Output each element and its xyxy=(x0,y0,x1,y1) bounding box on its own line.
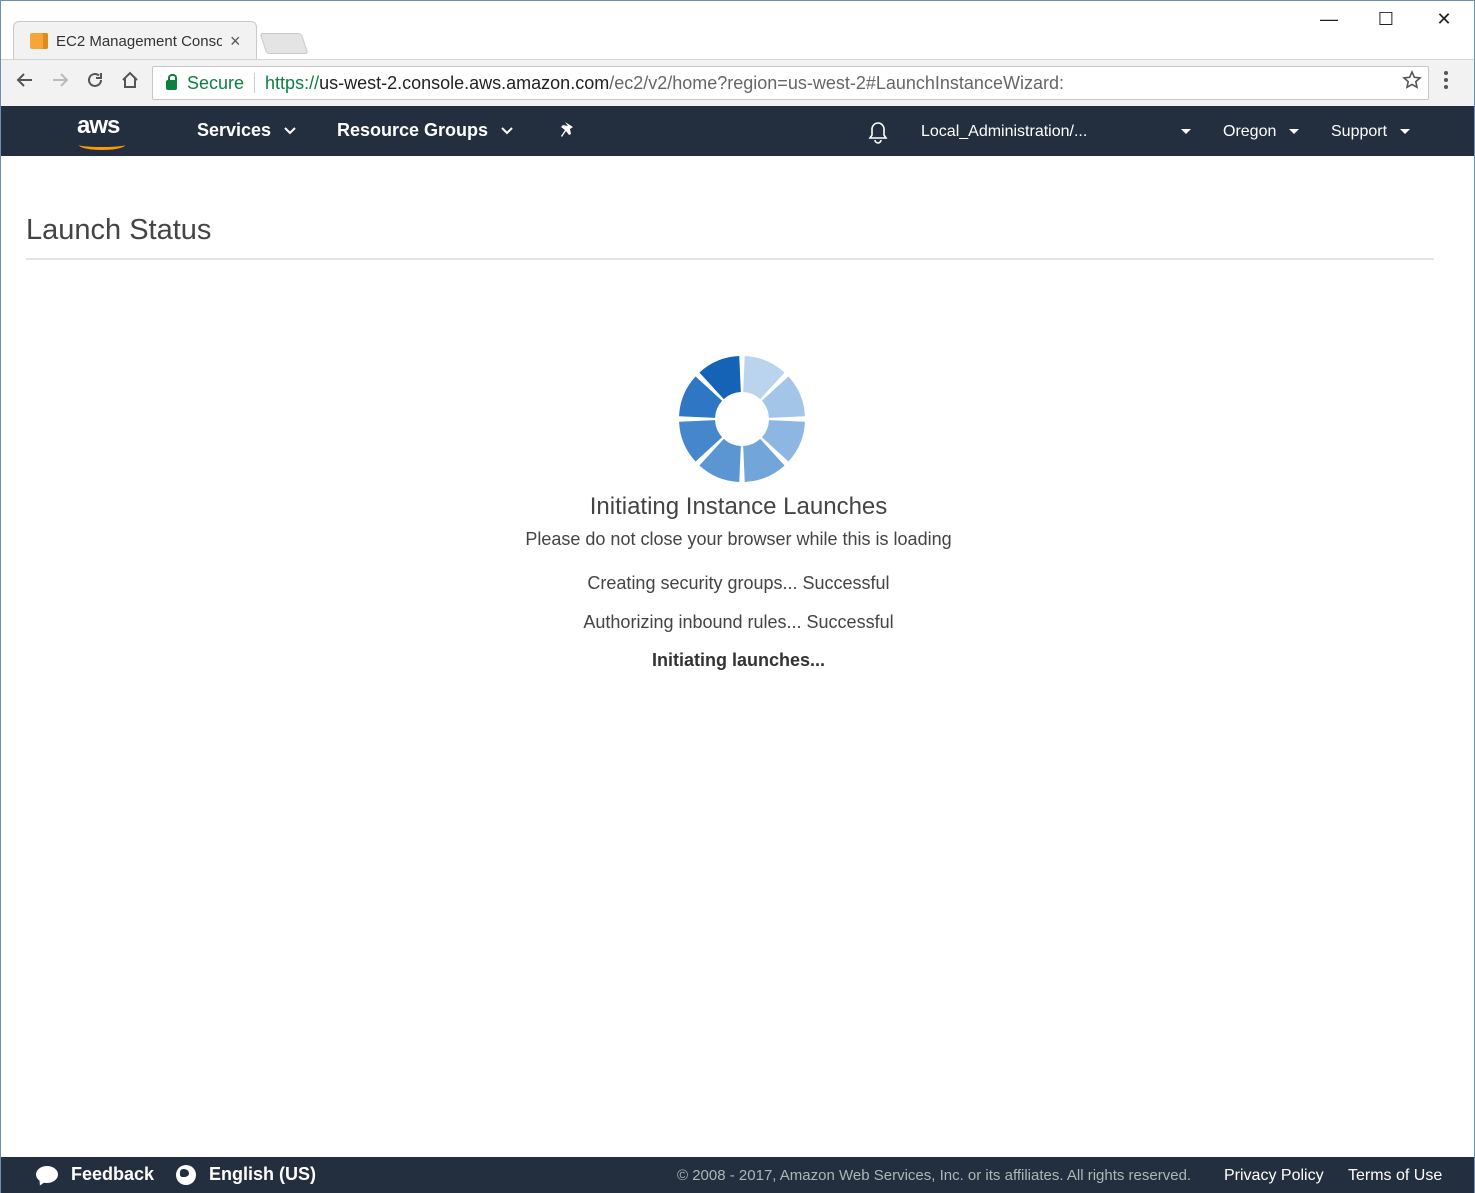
region-menu[interactable]: Oregon xyxy=(1223,123,1299,141)
chevron-down-icon xyxy=(498,124,514,138)
aws-top-nav: aws Services Resource Groups Local_Admin… xyxy=(1,106,1474,156)
back-icon[interactable] xyxy=(11,70,39,96)
status-step: Creating security groups... Successful xyxy=(587,573,890,593)
close-window-button[interactable]: ✕ xyxy=(1421,9,1467,30)
status-step: Authorizing inbound rules... Successful xyxy=(583,612,894,632)
page-title: Launch Status xyxy=(26,214,212,246)
aws-logo[interactable]: aws xyxy=(77,114,131,150)
lock-icon xyxy=(166,74,177,90)
maximize-button[interactable]: ☐ xyxy=(1363,9,1409,30)
minimize-button[interactable]: — xyxy=(1306,9,1352,30)
omnibox-separator xyxy=(254,73,256,93)
home-icon[interactable] xyxy=(116,70,144,96)
caret-down-icon xyxy=(1399,129,1410,135)
resource-groups-menu[interactable]: Resource Groups xyxy=(337,120,514,141)
globe-icon xyxy=(176,1165,196,1185)
new-tab-button[interactable] xyxy=(259,33,309,54)
aws-cube-icon xyxy=(30,33,48,49)
title-divider xyxy=(26,258,1434,260)
tab-close-icon[interactable]: × xyxy=(230,31,241,52)
tab-title: EC2 Management Conso xyxy=(56,32,222,50)
loading-subheading: Please do not close your browser while t… xyxy=(525,529,952,549)
support-menu[interactable]: Support xyxy=(1331,123,1410,141)
loading-spinner-icon xyxy=(679,356,805,482)
browser-window: EC2 Management Conso × — ☐ ✕ Secure http… xyxy=(0,0,1475,1193)
secure-label: Secure xyxy=(187,72,245,93)
loading-heading: Initiating Instance Launches xyxy=(589,493,888,520)
browser-menu-icon[interactable] xyxy=(1443,70,1449,96)
chevron-down-icon xyxy=(281,124,297,138)
browser-titlebar: EC2 Management Conso × — ☐ ✕ xyxy=(1,1,1474,60)
bell-icon[interactable] xyxy=(867,120,889,144)
browser-tab-ec2[interactable]: EC2 Management Conso × xyxy=(13,21,257,60)
forward-icon[interactable] xyxy=(46,70,74,96)
speech-bubble-icon xyxy=(36,1166,58,1183)
address-bar[interactable]: Secure https://us-west-2.console.aws.ama… xyxy=(152,66,1429,100)
account-dropdown-icon[interactable] xyxy=(1181,123,1191,141)
browser-toolbar: Secure https://us-west-2.console.aws.ama… xyxy=(1,59,1474,106)
pushpin-icon[interactable] xyxy=(559,120,577,145)
language-selector[interactable]: English (US) xyxy=(209,1164,316,1185)
aws-footer: Feedback English (US) © 2008 - 2017, Ama… xyxy=(1,1157,1474,1193)
feedback-link[interactable]: Feedback xyxy=(71,1164,154,1185)
caret-down-icon xyxy=(1288,129,1299,135)
reload-icon[interactable] xyxy=(81,70,109,96)
services-menu[interactable]: Services xyxy=(197,120,297,141)
account-menu[interactable]: Local_Administration/... xyxy=(921,123,1087,141)
privacy-policy-link[interactable]: Privacy Policy xyxy=(1224,1167,1324,1185)
bookmark-star-icon[interactable] xyxy=(1402,70,1422,96)
url-text[interactable]: https://us-west-2.console.aws.amazon.com… xyxy=(265,73,1064,94)
aws-smile-icon xyxy=(79,140,125,150)
status-step-current: Initiating launches... xyxy=(651,650,826,670)
terms-of-use-link[interactable]: Terms of Use xyxy=(1348,1167,1442,1185)
copyright-text: © 2008 - 2017, Amazon Web Services, Inc.… xyxy=(677,1167,1192,1184)
